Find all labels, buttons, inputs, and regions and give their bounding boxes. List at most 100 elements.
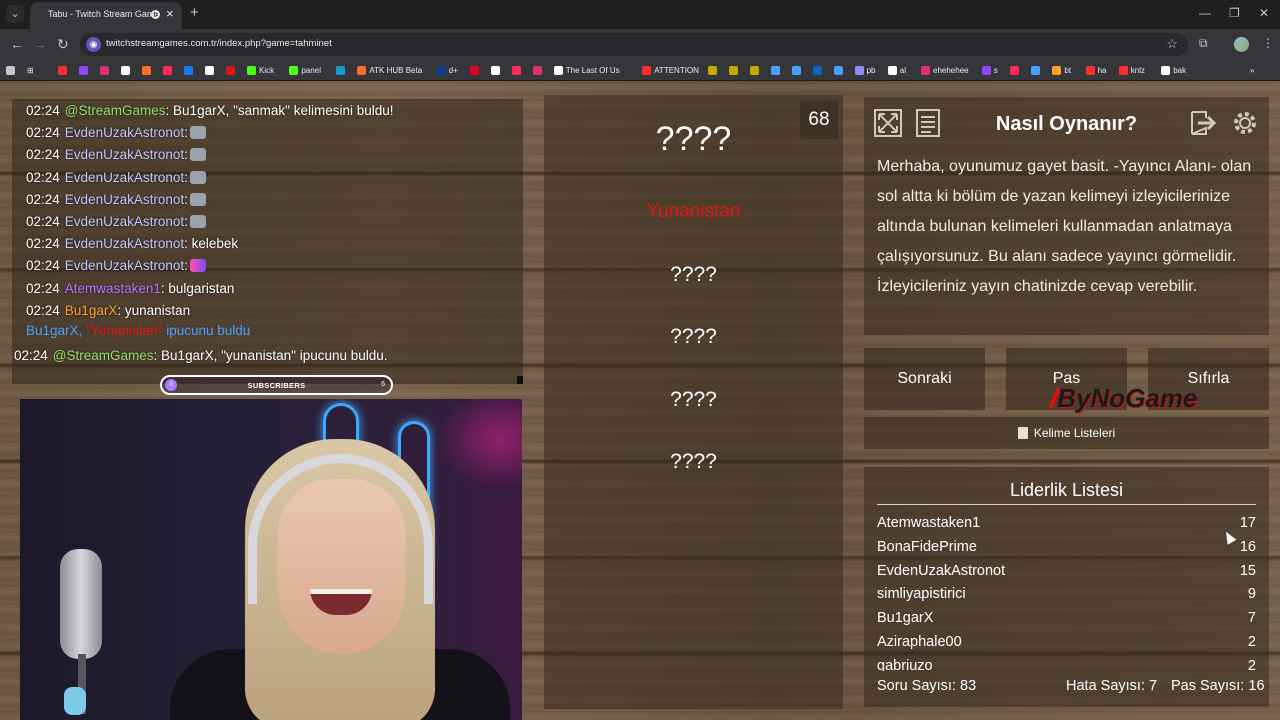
bookmark-item[interactable]: [791, 64, 801, 77]
chat-message: 02:24 EvdenUzakAstronot:: [26, 258, 206, 273]
bookmark-item[interactable]: [163, 64, 172, 77]
bookmark-item[interactable]: bak: [1161, 64, 1186, 77]
bookmark-item[interactable]: [511, 64, 521, 77]
bookmark-item[interactable]: ha: [1085, 64, 1107, 77]
bookmark-item[interactable]: [728, 64, 738, 77]
chat-message: 02:24 Atemwastaken1: bulgaristan: [26, 281, 234, 296]
apps-grid-icon[interactable]: ⊞: [27, 64, 34, 77]
bookmark-label: bak: [1173, 66, 1187, 75]
chat-user[interactable]: EvdenUzakAstronot: [65, 170, 184, 185]
bookmark-item[interactable]: [79, 64, 88, 77]
chat-user[interactable]: EvdenUzakAstronot: [65, 125, 184, 140]
bookmark-item[interactable]: [707, 64, 717, 77]
bookmarks-apps-icon[interactable]: [6, 64, 15, 77]
profile-avatar[interactable]: [1234, 37, 1249, 52]
bookmark-item[interactable]: [770, 64, 780, 77]
bookmark-item[interactable]: [749, 64, 759, 77]
bookmark-item[interactable]: bt: [1052, 64, 1071, 77]
hidden-taboo-word: ????: [670, 325, 717, 348]
bookmark-item[interactable]: [205, 64, 214, 77]
bookmark-item[interactable]: ATTENTION: [642, 64, 699, 77]
leaderboard-name: gabriuzo: [877, 657, 933, 671]
maximize-icon[interactable]: ❐: [1229, 6, 1240, 20]
bookmark-favicon-icon: [1085, 66, 1095, 75]
logout-icon[interactable]: [1188, 108, 1218, 138]
new-tab-icon[interactable]: +: [190, 4, 199, 21]
chat-user: @StreamGames: [52, 348, 154, 363]
word-lists-label: Kelime Listeleri: [1033, 426, 1116, 440]
bookmark-item[interactable]: knlz: [1118, 64, 1145, 77]
bookmark-item[interactable]: [490, 64, 500, 77]
chat-message: 02:24 EvdenUzakAstronot:: [26, 192, 206, 207]
hidden-taboo-word: ????: [670, 263, 717, 286]
leaderboard-list[interactable]: Atemwastaken1 17 BonaFidePrime 16 EvdenUzakA…: [864, 512, 1269, 671]
bookmark-star-icon[interactable]: ☆: [1166, 36, 1178, 52]
bookmark-item[interactable]: [336, 64, 346, 77]
reload-icon[interactable]: ↻: [57, 36, 69, 52]
chat-emote-icon: [189, 259, 206, 273]
bookmark-item[interactable]: ATK HUB Beta: [357, 64, 422, 77]
site-info-icon[interactable]: ◉: [86, 37, 101, 52]
bookmark-item[interactable]: s: [981, 64, 998, 77]
pass-count-value: 16: [1248, 678, 1265, 694]
bookmark-favicon-icon: [247, 66, 256, 75]
chat-user[interactable]: EvdenUzakAstronot: [65, 214, 184, 229]
leaderboard-score: 15: [1239, 562, 1256, 579]
bookmark-item[interactable]: [226, 64, 235, 77]
chat-text: yunanistan: [121, 302, 191, 318]
bookmark-item[interactable]: [100, 64, 109, 77]
bookmarks-overflow-icon[interactable]: »: [1250, 64, 1254, 77]
bookmark-item[interactable]: [469, 64, 479, 77]
bookmark-item[interactable]: Kick: [247, 64, 274, 77]
tab-search-icon[interactable]: ⌄: [6, 5, 24, 23]
bookmark-item[interactable]: [1031, 64, 1041, 77]
bookmark-item[interactable]: [184, 64, 193, 77]
bookmark-item[interactable]: d+: [436, 64, 458, 77]
chat-emote-icon: [189, 192, 206, 206]
bookmark-item[interactable]: [812, 64, 822, 77]
chat-time: 02:24: [14, 348, 48, 363]
forward-icon[interactable]: →: [33, 36, 47, 52]
bookmark-favicon-icon: [553, 66, 563, 75]
bookmark-favicon-icon: [1031, 66, 1041, 75]
bookmark-item[interactable]: [532, 64, 542, 77]
bookmark-item[interactable]: al: [887, 64, 906, 77]
found-taboo-word: Yunanistan: [646, 201, 741, 222]
minimize-icon[interactable]: —: [1199, 6, 1211, 20]
menu-icon[interactable]: ⋮: [1262, 36, 1274, 50]
bookmark-favicon-icon: [707, 66, 717, 75]
address-bar[interactable]: ◉ twitchstreamgames.com.tr/index.php?gam…: [80, 33, 1188, 56]
bookmark-item[interactable]: [58, 64, 67, 77]
back-icon[interactable]: ←: [10, 36, 24, 52]
chat-user[interactable]: EvdenUzakAstronot: [65, 258, 184, 273]
bookmark-item[interactable]: panel: [289, 64, 321, 77]
bookmark-label: ha: [1097, 66, 1107, 75]
bookmark-favicon-icon: [1010, 66, 1020, 75]
chat-emote-icon: [189, 170, 206, 184]
bookmark-item[interactable]: [1010, 64, 1020, 77]
bookmark-item[interactable]: The Last Of Us: [553, 64, 620, 77]
bookmark-favicon-icon: [289, 66, 299, 75]
word-lists-button[interactable]: Kelime Listeleri: [864, 417, 1269, 449]
bookmark-favicon-icon: [336, 66, 346, 75]
bookmark-label: d+: [448, 66, 458, 75]
chat-user[interactable]: EvdenUzakAstronot: [65, 147, 184, 162]
extensions-icon[interactable]: ⧉: [1199, 36, 1208, 51]
tab-close-icon[interactable]: ×: [166, 6, 174, 21]
window-close-icon[interactable]: ✕: [1259, 6, 1269, 20]
settings-gear-icon[interactable]: [1230, 108, 1260, 138]
bookmark-item[interactable]: [142, 64, 151, 77]
next-button[interactable]: Sonraki: [864, 348, 985, 410]
chat-user[interactable]: EvdenUzakAstronot: [65, 192, 184, 207]
bookmark-label: panel: [301, 66, 321, 75]
chat-user[interactable]: Atemwastaken1: [65, 281, 161, 296]
leaderboard-score: 9: [1247, 586, 1256, 603]
chat-user[interactable]: @StreamGames: [65, 103, 166, 118]
bookmark-item[interactable]: [833, 64, 843, 77]
bookmark-item[interactable]: [121, 64, 130, 77]
bookmark-label: ATTENTION: [654, 66, 699, 75]
bookmark-item[interactable]: pb: [854, 64, 876, 77]
chat-user[interactable]: Bu1garX: [65, 303, 118, 318]
chat-user[interactable]: EvdenUzakAstronot: [65, 236, 184, 251]
bookmark-item[interactable]: ehehehee: [921, 64, 969, 77]
